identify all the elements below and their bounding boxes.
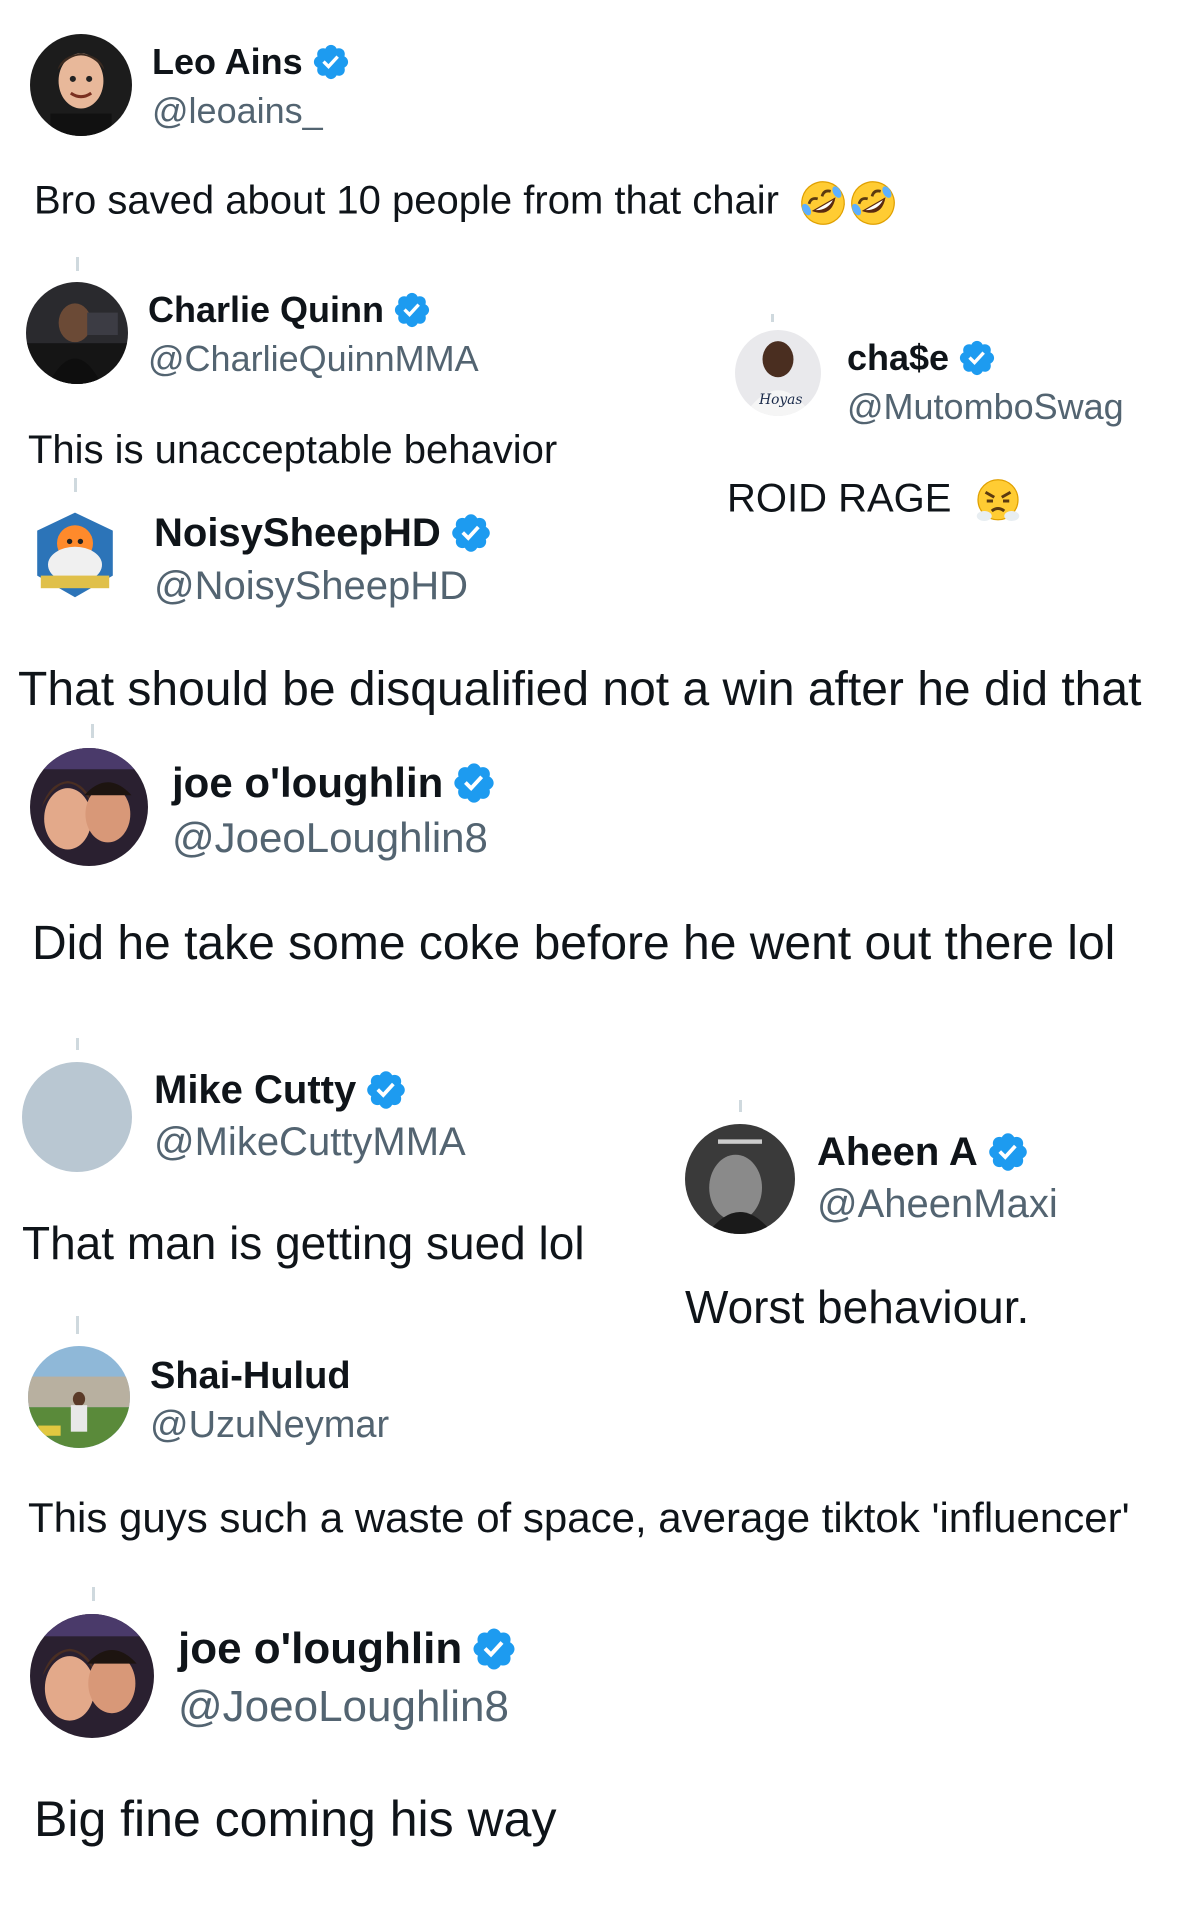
reply-text-content: Bro saved about 10 people from that chai… xyxy=(34,178,779,223)
reply-text: Bro saved about 10 people from that chai… xyxy=(34,178,898,228)
verified-badge-icon xyxy=(449,511,493,555)
avatar[interactable] xyxy=(30,1614,154,1738)
thread-divider xyxy=(76,1038,79,1050)
verified-badge-icon xyxy=(311,42,351,82)
reply-text-content: ROID RAGE xyxy=(727,476,952,521)
verified-badge-icon xyxy=(392,290,432,330)
verified-badge-icon xyxy=(451,760,497,806)
reply-text: That man is getting sued lol xyxy=(22,1217,585,1269)
avatar[interactable]: Hoyas xyxy=(735,330,821,416)
reply-text: That should be disqualified not a win af… xyxy=(18,663,1142,716)
user-handle[interactable]: @AheenMaxi xyxy=(817,1182,1058,1227)
avatar[interactable] xyxy=(22,1062,132,1172)
thread-divider xyxy=(739,1100,742,1112)
reply-text: Big fine coming his way xyxy=(34,1791,557,1847)
avatar[interactable] xyxy=(30,34,132,136)
rolling-on-floor-laughing-emoji xyxy=(848,178,898,228)
verified-badge-icon xyxy=(470,1625,518,1673)
reply-text: ROID RAGE xyxy=(727,476,1023,526)
reply-text: This guys such a waste of space, average… xyxy=(28,1494,1130,1541)
svg-text:Hoyas: Hoyas xyxy=(758,392,802,408)
user-handle[interactable]: @MikeCuttyMMA xyxy=(154,1120,466,1165)
user-handle[interactable]: @NoisySheepHD xyxy=(154,564,468,609)
display-name[interactable]: Leo Ains xyxy=(152,41,303,83)
avatar[interactable] xyxy=(26,282,128,384)
display-name[interactable]: joe o'loughlin xyxy=(178,1624,462,1674)
verified-badge-icon xyxy=(957,338,997,378)
thread-divider xyxy=(771,314,774,322)
display-name[interactable]: joe o'loughlin xyxy=(172,759,443,807)
thread-divider xyxy=(92,1587,95,1601)
avatar[interactable] xyxy=(685,1124,795,1234)
display-name[interactable]: Aheen A xyxy=(817,1130,978,1175)
rolling-on-floor-laughing-emoji xyxy=(798,178,848,228)
verified-badge-icon xyxy=(364,1068,408,1112)
thread-divider xyxy=(74,478,77,492)
thread-divider xyxy=(76,1316,79,1334)
reply-text: Worst behaviour. xyxy=(685,1281,1030,1333)
face-with-steam-from-nose-emoji xyxy=(973,476,1023,526)
display-name[interactable]: Shai-Hulud xyxy=(150,1355,351,1398)
user-handle[interactable]: @CharlieQuinnMMA xyxy=(148,338,479,380)
thread-divider xyxy=(76,257,79,271)
user-handle[interactable]: @UzuNeymar xyxy=(150,1404,389,1447)
avatar[interactable] xyxy=(30,748,148,866)
display-name[interactable]: Charlie Quinn xyxy=(148,289,384,331)
avatar[interactable] xyxy=(28,1346,130,1448)
user-handle[interactable]: @JoeoLoughlin8 xyxy=(172,814,488,862)
reply-text: Did he take some coke before he went out… xyxy=(32,917,1116,970)
user-handle[interactable]: @MutomboSwag xyxy=(847,386,1124,428)
user-handle[interactable]: @leoains_ xyxy=(152,90,323,132)
user-handle[interactable]: @JoeoLoughlin8 xyxy=(178,1682,509,1732)
reply-text: This is unacceptable behavior xyxy=(28,428,558,472)
thread-divider xyxy=(91,724,94,738)
avatar xyxy=(30,506,120,602)
display-name[interactable]: cha$e xyxy=(847,337,949,379)
verified-badge-icon xyxy=(986,1130,1030,1174)
display-name[interactable]: Mike Cutty xyxy=(154,1068,356,1113)
display-name[interactable]: NoisySheepHD xyxy=(154,511,441,556)
